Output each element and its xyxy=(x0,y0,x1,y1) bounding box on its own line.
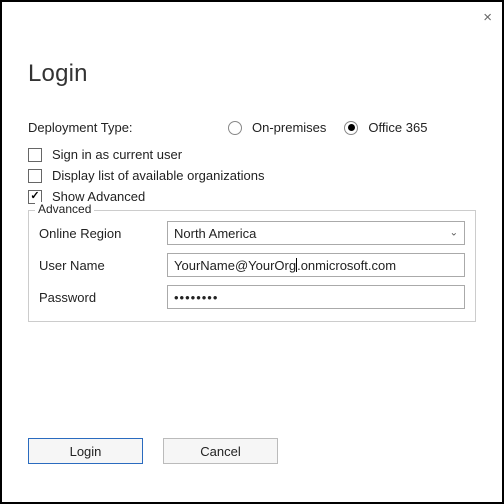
page-title: Login xyxy=(28,60,476,88)
row-username: User Name YourName@YourOrg.onmicrosoft.c… xyxy=(39,253,465,277)
username-label: User Name xyxy=(39,258,167,273)
chevron-down-icon: ⌄ xyxy=(450,228,458,239)
button-row: Login Cancel xyxy=(28,438,278,464)
password-value: •••••••• xyxy=(174,290,218,305)
advanced-legend: Advanced xyxy=(35,202,94,216)
checkbox-sign-in-current[interactable] xyxy=(28,148,42,162)
radio-office365-label: Office 365 xyxy=(368,120,427,135)
deployment-label: Deployment Type: xyxy=(28,120,228,135)
checkbox-display-orgs[interactable] xyxy=(28,169,42,183)
online-region-value: North America xyxy=(174,226,256,241)
checkbox-sign-in-current-label: Sign in as current user xyxy=(52,147,182,162)
password-input[interactable]: •••••••• xyxy=(167,285,465,309)
row-online-region: Online Region North America ⌄ xyxy=(39,221,465,245)
deployment-row: Deployment Type: On-premises Office 365 xyxy=(28,120,476,135)
check-show-advanced[interactable]: Show Advanced xyxy=(28,189,476,204)
checkbox-display-orgs-label: Display list of available organizations xyxy=(52,168,264,183)
radio-office365[interactable] xyxy=(344,121,358,135)
check-sign-in-current[interactable]: Sign in as current user xyxy=(28,147,476,162)
row-password: Password •••••••• xyxy=(39,285,465,309)
username-value-post: .onmicrosoft.com xyxy=(297,258,396,273)
password-label: Password xyxy=(39,290,167,305)
online-region-select[interactable]: North America ⌄ xyxy=(167,221,465,245)
username-input[interactable]: YourName@YourOrg.onmicrosoft.com xyxy=(167,253,465,277)
login-button[interactable]: Login xyxy=(28,438,143,464)
check-display-orgs[interactable]: Display list of available organizations xyxy=(28,168,476,183)
radio-on-premises[interactable] xyxy=(228,121,242,135)
advanced-fieldset: Advanced Online Region North America ⌄ U… xyxy=(28,210,476,322)
close-icon[interactable]: × xyxy=(483,10,492,25)
username-value-pre: YourName@YourOrg xyxy=(174,258,296,273)
online-region-label: Online Region xyxy=(39,226,167,241)
cancel-button[interactable]: Cancel xyxy=(163,438,278,464)
dialog-content: Login Deployment Type: On-premises Offic… xyxy=(2,2,502,322)
deployment-radio-group: On-premises Office 365 xyxy=(228,120,439,135)
radio-on-premises-label: On-premises xyxy=(252,120,326,135)
text-cursor xyxy=(296,258,297,272)
